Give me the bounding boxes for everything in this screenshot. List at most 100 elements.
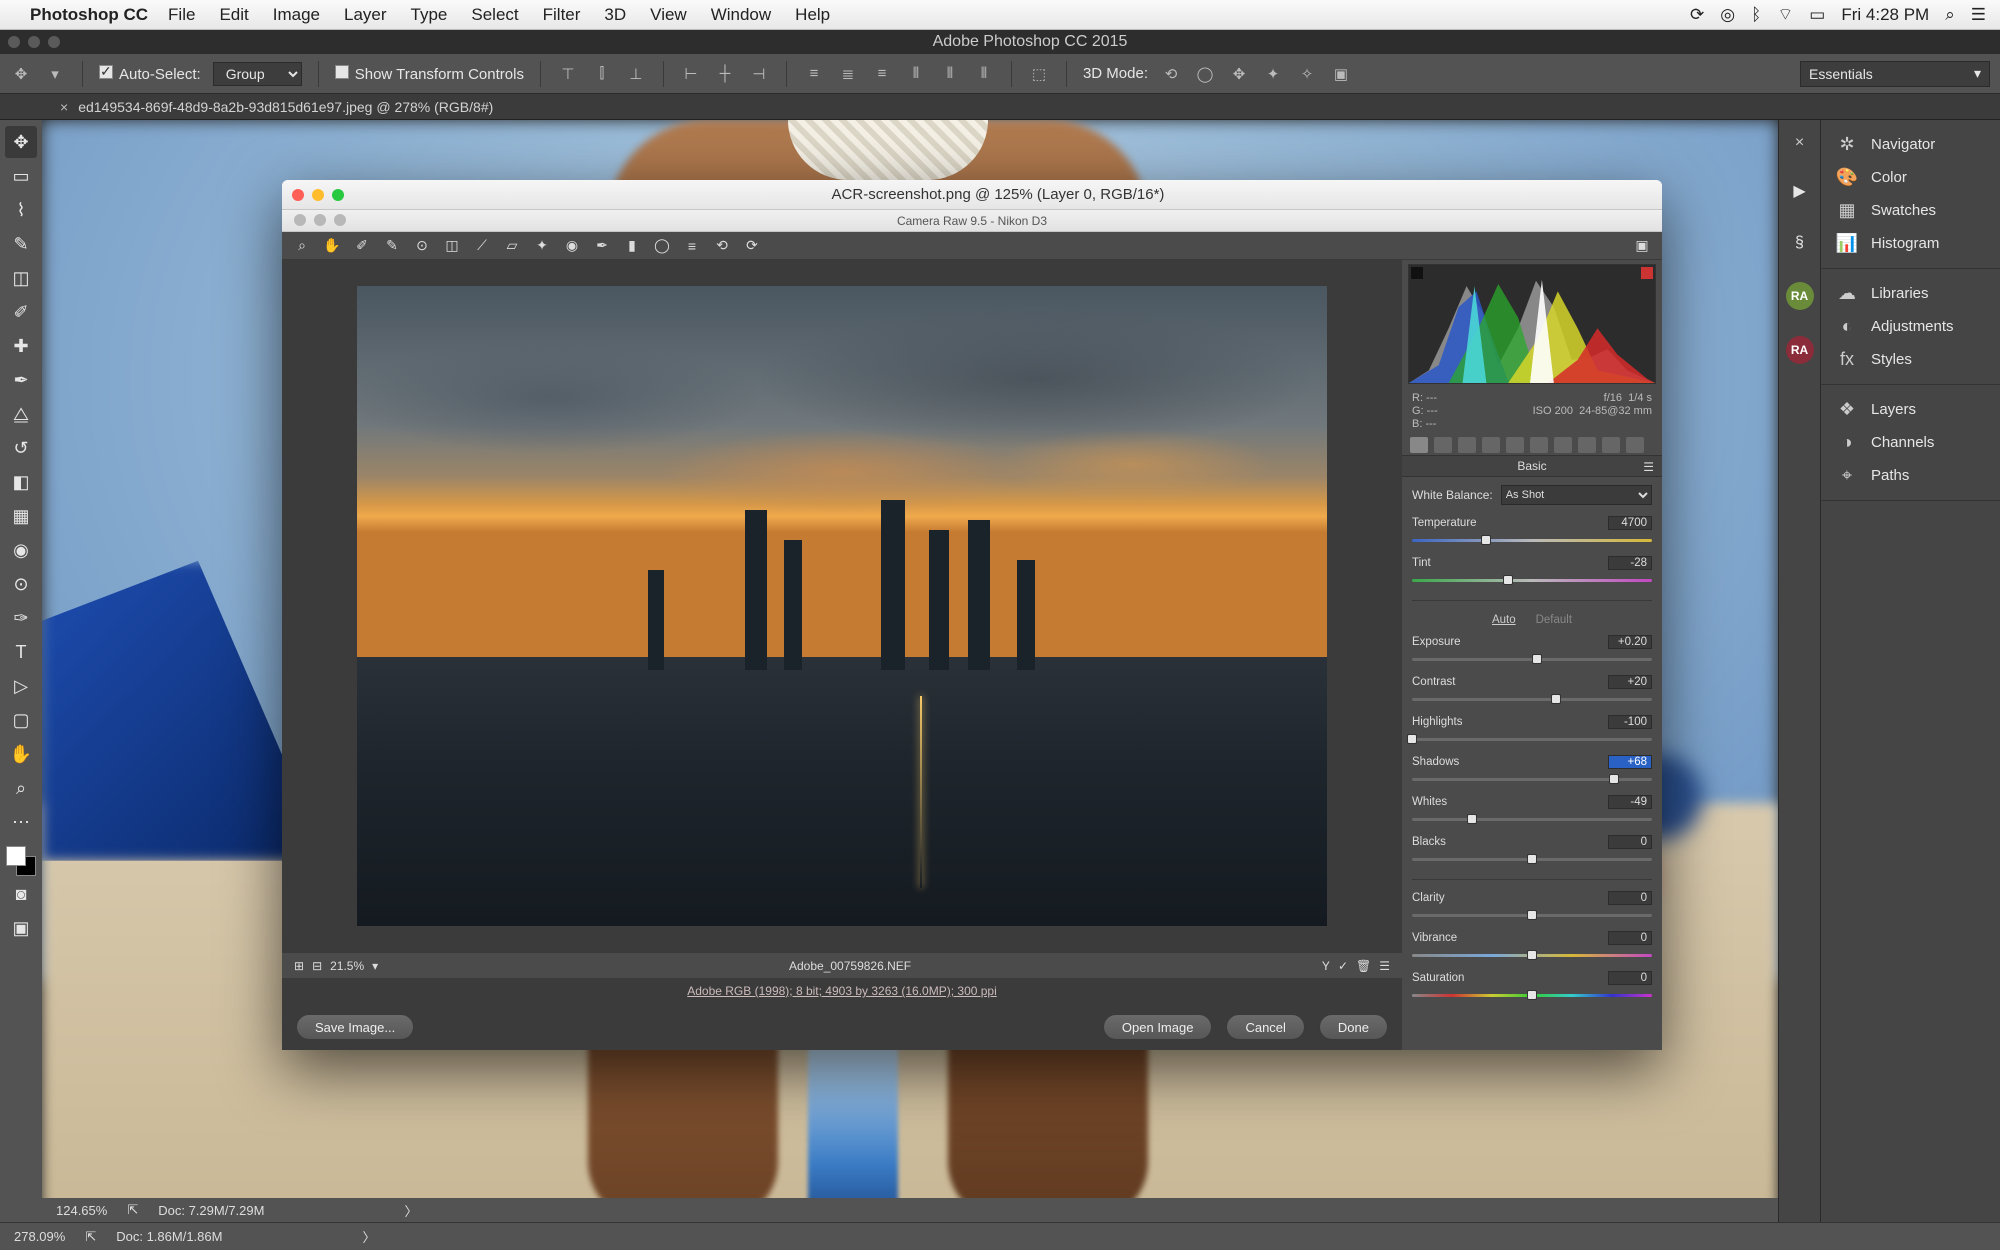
3d-orbit-icon[interactable]: ⟲ xyxy=(1160,63,1182,85)
tab-detail-icon[interactable] xyxy=(1458,437,1476,453)
acr-rotate-ccw-icon[interactable]: ⟲ xyxy=(712,237,732,254)
panel-color[interactable]: 🎨Color xyxy=(1821,161,2000,194)
temp-slider[interactable] xyxy=(1412,535,1652,545)
acr-fit-icon[interactable]: ⊞ xyxy=(294,959,304,973)
distribute-right-icon[interactable]: ⦀ xyxy=(973,63,995,85)
exposure-slider[interactable] xyxy=(1412,654,1652,664)
spotlight-icon[interactable]: ⌕ xyxy=(1945,5,1955,25)
tab-hsl-icon[interactable] xyxy=(1482,437,1500,453)
tint-slider[interactable] xyxy=(1412,575,1652,585)
vibrance-slider[interactable] xyxy=(1412,950,1652,960)
distribute-left-icon[interactable]: ⦀ xyxy=(905,63,927,85)
notification-icon[interactable]: ◎ xyxy=(1720,5,1735,25)
crop-tool[interactable]: ◫ xyxy=(5,262,37,294)
tab-basic-icon[interactable] xyxy=(1410,437,1428,453)
blacks-slider[interactable] xyxy=(1412,854,1652,864)
character-panel-icon[interactable]: § xyxy=(1787,230,1813,256)
stamp-tool[interactable]: ⧋ xyxy=(5,398,37,430)
auto-select-target[interactable]: Group xyxy=(213,62,302,86)
acr-done-button[interactable]: Done xyxy=(1319,1014,1388,1040)
acr-filmstrip-menu-icon[interactable]: ☰ xyxy=(1379,959,1390,973)
menu-view[interactable]: View xyxy=(650,5,687,25)
move-tool-icon[interactable]: ✥ xyxy=(10,63,32,85)
status-chevron-icon[interactable]: 〉 xyxy=(362,1227,375,1246)
align-left-icon[interactable]: ⊢ xyxy=(680,63,702,85)
distribute-hcenter-icon[interactable]: ⦀ xyxy=(939,63,961,85)
window-traffic-lights[interactable] xyxy=(8,36,60,48)
tab-snapshots-icon[interactable] xyxy=(1626,437,1644,453)
acr-preview-toggle-icon[interactable]: ▣ xyxy=(1632,237,1652,254)
acr-save-button[interactable]: Save Image... xyxy=(296,1014,414,1040)
quickmask-tool[interactable]: ◙ xyxy=(5,878,37,910)
acr-zoom-level[interactable]: 21.5% xyxy=(330,959,364,973)
menu-select[interactable]: Select xyxy=(471,5,518,25)
acr-window-titlebar[interactable]: ACR-screenshot.png @ 125% (Layer 0, RGB/… xyxy=(282,180,1662,210)
auto-link[interactable]: Auto xyxy=(1492,614,1516,626)
highlight-clip-icon[interactable] xyxy=(1641,267,1653,279)
saturation-slider[interactable] xyxy=(1412,990,1652,1000)
clock[interactable]: Fri 4:28 PM xyxy=(1841,5,1929,25)
acr-preview-image[interactable] xyxy=(357,286,1327,926)
inner-zoom[interactable]: 124.65% xyxy=(56,1203,107,1218)
wifi-icon[interactable]: ⌔ xyxy=(1777,4,1793,25)
hand-tool[interactable]: ✋ xyxy=(5,738,37,770)
acr-rotate-cw-icon[interactable]: ⟳ xyxy=(742,237,762,254)
acr-zoom-dropdown-icon[interactable]: ▾ xyxy=(372,959,378,973)
menu-help[interactable]: Help xyxy=(795,5,830,25)
tab-camera-icon[interactable] xyxy=(1578,437,1596,453)
menu-file[interactable]: File xyxy=(168,5,195,25)
shadows-value[interactable]: +68 xyxy=(1608,755,1652,769)
marquee-tool[interactable]: ▭ xyxy=(5,160,37,192)
auto-select-checkbox[interactable]: Auto-Select: xyxy=(99,65,201,83)
clarity-value[interactable]: 0 xyxy=(1608,891,1652,905)
battery-icon[interactable]: ▭ xyxy=(1809,5,1825,25)
acr-zoom-tool-icon[interactable]: ⌕ xyxy=(292,237,312,254)
acr-radial-filter-icon[interactable]: ◯ xyxy=(652,237,672,254)
menu-3d[interactable]: 3D xyxy=(604,5,626,25)
tab-lens-icon[interactable] xyxy=(1530,437,1548,453)
workspace-dropdown[interactable]: Essentials▾ xyxy=(1800,61,1990,87)
close-panels-icon[interactable]: × xyxy=(1795,134,1804,152)
zoom-level[interactable]: 278.09% xyxy=(14,1229,65,1244)
bluetooth-icon[interactable]: ᛒ xyxy=(1751,5,1761,25)
tab-fx-icon[interactable] xyxy=(1554,437,1572,453)
brush-tool[interactable]: ✒ xyxy=(5,364,37,396)
align-hcenter-icon[interactable]: ┼ xyxy=(714,63,736,85)
acr-open-button[interactable]: Open Image xyxy=(1103,1014,1213,1040)
whites-slider[interactable] xyxy=(1412,814,1652,824)
acr-cancel-button[interactable]: Cancel xyxy=(1226,1014,1304,1040)
path-select-tool[interactable]: ▷ xyxy=(5,670,37,702)
panel-swatches[interactable]: ▦Swatches xyxy=(1821,194,2000,227)
shadows-slider[interactable] xyxy=(1412,774,1652,784)
rectangle-tool[interactable]: ▢ xyxy=(5,704,37,736)
align-top-icon[interactable]: ⊤ xyxy=(557,63,579,85)
gradient-tool[interactable]: ▦ xyxy=(5,500,37,532)
dodge-tool[interactable]: ⊙ xyxy=(5,568,37,600)
align-vcenter-icon[interactable]: ⫿ xyxy=(591,63,613,85)
history-brush-tool[interactable]: ↺ xyxy=(5,432,37,464)
3d-slide-icon[interactable]: ✦ xyxy=(1262,63,1284,85)
panel-navigator[interactable]: ✲Navigator xyxy=(1821,128,2000,161)
acr-transform-icon[interactable]: ▱ xyxy=(502,237,522,254)
3d-pan-icon[interactable]: ✥ xyxy=(1228,63,1250,85)
acr-color-sampler-icon[interactable]: ✎ xyxy=(382,237,402,254)
history-panel-icon[interactable]: ▶ xyxy=(1787,178,1813,204)
menu-image[interactable]: Image xyxy=(273,5,320,25)
contrast-value[interactable]: +20 xyxy=(1608,675,1652,689)
menu-layer[interactable]: Layer xyxy=(344,5,387,25)
acr-panel-menu-icon[interactable]: ☰ xyxy=(1643,460,1654,474)
inner-status-chevron-icon[interactable]: 〉 xyxy=(404,1201,417,1220)
more-tools[interactable]: ⋯ xyxy=(5,806,37,838)
eyedropper-tool[interactable]: ✐ xyxy=(5,296,37,328)
tint-value[interactable]: -28 xyxy=(1608,556,1652,570)
tab-presets-icon[interactable] xyxy=(1602,437,1620,453)
inner-doc-size[interactable]: Doc: 7.29M/7.29M xyxy=(158,1203,264,1218)
doc-size[interactable]: Doc: 1.86M/1.86M xyxy=(116,1229,222,1244)
distribute-top-icon[interactable]: ≡ xyxy=(803,63,825,85)
acr-crop-tool-icon[interactable]: ◫ xyxy=(442,237,462,254)
clarity-slider[interactable] xyxy=(1412,910,1652,920)
show-transform-checkbox[interactable]: Show Transform Controls xyxy=(335,65,524,83)
acr-traffic-lights[interactable] xyxy=(292,189,344,201)
tab-curve-icon[interactable] xyxy=(1434,437,1452,453)
share-icon[interactable]: ⇱ xyxy=(85,1229,96,1245)
